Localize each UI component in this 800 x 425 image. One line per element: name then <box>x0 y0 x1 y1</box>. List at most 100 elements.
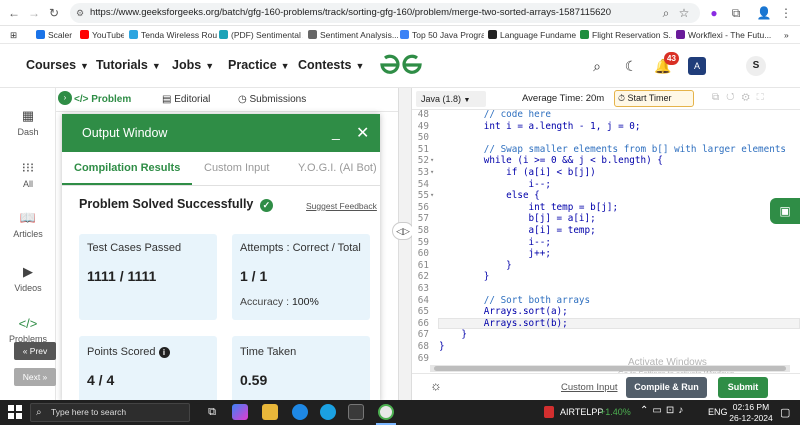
chrome-icon[interactable] <box>378 404 394 420</box>
code-line: } <box>439 341 445 352</box>
search-icon[interactable]: ⌕ <box>588 57 606 75</box>
bookmark-youtube[interactable]: YouTube <box>80 28 124 42</box>
profile-icon[interactable]: 👤 <box>756 5 772 21</box>
windows-start-icon[interactable] <box>8 405 22 419</box>
bookmark-scaler[interactable]: Scaler <box>36 28 72 42</box>
start-timer-button[interactable]: ⏱ Start Timer <box>614 90 694 107</box>
gfg-logo[interactable] <box>378 53 424 77</box>
code-line: b[j] = a[i]; <box>439 213 596 225</box>
bookmark-tenda[interactable]: Tenda Wireless Rout... <box>129 28 217 42</box>
tab-compilation-results[interactable]: Compilation Results <box>74 162 180 174</box>
line-number: 59 <box>417 236 429 248</box>
next-button[interactable]: Next » <box>14 368 56 386</box>
bookmark-favicon-icon <box>80 30 89 39</box>
fold-icon[interactable]: ▾ <box>430 191 438 199</box>
extensions-puzzle-icon[interactable]: ⧉ <box>728 5 744 21</box>
code-editor[interactable]: 48 // code here 49 int i = a.length - 1, … <box>412 110 800 366</box>
menu-jobs[interactable]: Jobs ▼ <box>172 58 214 72</box>
forward-icon[interactable]: → <box>26 5 42 21</box>
zoom-icon[interactable]: ⌕ <box>658 5 674 21</box>
menu-tutorials[interactable]: Tutorials ▼ <box>96 58 161 72</box>
minimize-icon[interactable]: _ <box>332 124 340 140</box>
clock-time[interactable]: 02:16 PM <box>731 402 771 412</box>
extension-icon[interactable]: ● <box>706 5 722 21</box>
line-number: 55 <box>417 190 429 202</box>
bookmark-top50-java[interactable]: Top 50 Java Progra... <box>400 28 484 42</box>
bookmark-favicon-icon <box>308 30 317 39</box>
line-number: 52 <box>417 155 429 167</box>
bookmark-flight-reservation[interactable]: Flight Reservation S... <box>580 28 672 42</box>
menu-practice[interactable]: Practice ▼ <box>228 58 290 72</box>
book-icon: 📖 <box>19 210 37 225</box>
fold-icon[interactable]: ▾ <box>430 156 438 164</box>
notifications-icon[interactable]: ▢ <box>780 406 790 419</box>
back-icon[interactable]: ← <box>6 5 22 21</box>
translate-icon[interactable]: A <box>688 57 706 75</box>
copilot-icon[interactable] <box>232 404 248 420</box>
code-line: int i = a.length - 1, j = 0; <box>439 120 641 132</box>
tab-submissions[interactable]: ◷ Submissions <box>238 94 306 105</box>
editor-action-icons[interactable]: ⧉↺⚙⛶ <box>712 92 771 103</box>
bookmarks-overflow-icon[interactable]: » <box>784 28 789 42</box>
code-line: } <box>439 329 467 341</box>
dark-mode-icon[interactable]: ☾ <box>622 57 640 75</box>
compile-run-button[interactable]: Compile & Run <box>626 377 707 398</box>
edge-icon[interactable] <box>292 404 308 420</box>
output-window-header: Output Window _ ✕ <box>62 114 380 152</box>
tab-editorial[interactable]: ▤ Editorial <box>162 94 210 105</box>
code-line: else { <box>439 190 540 202</box>
clock-date[interactable]: 26-12-2024 <box>729 413 773 423</box>
resize-handle-icon[interactable]: ◁▷ <box>392 222 414 240</box>
system-tray-icons[interactable]: ⌃▭⊡♪ <box>640 405 687 416</box>
rail-item-articles[interactable]: 📖 Articles <box>0 210 56 239</box>
url-text: https://www.geeksforgeeks.org/batch/gfg-… <box>90 7 611 18</box>
bookmark-star-icon[interactable]: ☆ <box>676 5 692 21</box>
site-header: Courses ▼ Tutorials ▼ Jobs ▼ Practice ▼ Cont… <box>0 44 800 88</box>
notification-badge: 43 <box>664 52 679 65</box>
code-line: i--; <box>439 178 551 190</box>
rail-item-dash[interactable]: ▦ Dash <box>0 108 56 137</box>
bookmark-favicon-icon <box>580 30 589 39</box>
panel-divider[interactable]: ◁▷ <box>392 88 414 400</box>
suggest-feedback-link[interactable]: Suggest Feedback <box>306 201 377 211</box>
apps-grid-icon[interactable]: ⊞ <box>10 28 17 42</box>
bookmark-sentiment-analysis[interactable]: Sentiment Analysis... <box>308 28 398 42</box>
lightbulb-icon[interactable]: ☼ <box>430 378 442 393</box>
submit-button[interactable]: Submit <box>718 377 768 398</box>
chevron-down-icon: ▼ <box>280 61 290 71</box>
menu-contests[interactable]: Contests ▼ <box>298 58 364 72</box>
line-number: 67 <box>417 329 429 341</box>
language-select[interactable]: Java (1.8) ▼ <box>416 91 486 107</box>
fold-icon[interactable]: ▾ <box>430 168 438 176</box>
bookmark-pdf-sentimental[interactable]: (PDF) Sentimental A... <box>219 28 303 42</box>
info-icon[interactable]: i <box>158 347 170 358</box>
browser-menu-icon[interactable]: ⋮ <box>778 5 794 21</box>
address-bar[interactable]: ⚙ https://www.geeksforgeeks.org/batch/gf… <box>70 3 700 23</box>
code-line: j++; <box>439 248 551 260</box>
chat-icon[interactable]: ▣ <box>770 198 800 224</box>
custom-input-link[interactable]: Custom Input <box>561 382 618 393</box>
taskbar-search[interactable]: ⌕ Type here to search <box>30 403 190 422</box>
rail-item-all[interactable]: ⁝⁝⁝ All <box>0 160 56 189</box>
tab-problem[interactable]: </> Problem <box>74 94 131 105</box>
rail-item-videos[interactable]: ▶ Videos <box>0 264 56 293</box>
close-icon[interactable]: ✕ <box>356 123 369 143</box>
bookmark-language-fundamentals[interactable]: Language Fundame... <box>488 28 576 42</box>
input-language[interactable]: ENG <box>708 407 728 417</box>
avatar[interactable]: S <box>746 56 766 76</box>
file-explorer-icon[interactable] <box>262 404 278 420</box>
reload-icon[interactable]: ↻ <box>46 5 62 21</box>
menu-courses[interactable]: Courses ▼ <box>26 58 89 72</box>
code-line: while (i >= 0 && j < b.length) { <box>439 155 663 167</box>
expand-arrow-icon[interactable]: › <box>58 91 72 105</box>
task-view-icon[interactable]: ⧉ <box>204 404 220 420</box>
code-line: // code here <box>439 110 551 120</box>
tab-yogi-ai-bot[interactable]: Y.O.G.I. (AI Bot) <box>298 162 377 174</box>
prev-button[interactable]: « Prev <box>14 342 56 360</box>
rail-item-problems[interactable]: </> Problems <box>0 316 56 344</box>
site-info-icon[interactable]: ⚙ <box>76 3 84 23</box>
store-icon[interactable] <box>348 404 364 420</box>
browser-icon[interactable] <box>320 404 336 420</box>
bookmark-workflexi[interactable]: Workflexi - The Futu... <box>676 28 776 42</box>
tab-custom-input[interactable]: Custom Input <box>204 162 269 174</box>
